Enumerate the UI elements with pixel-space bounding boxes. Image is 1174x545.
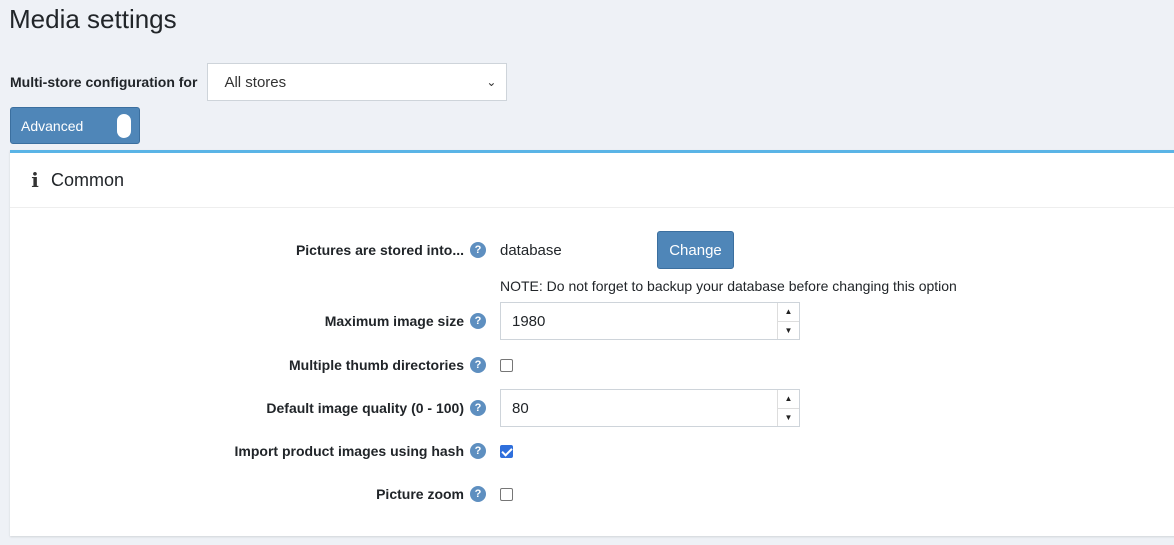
card-header[interactable]: i Common bbox=[10, 153, 1174, 208]
spin-down-icon[interactable]: ▼ bbox=[778, 407, 799, 427]
multiple-thumb-checkbox[interactable] bbox=[500, 359, 513, 372]
store-select-value: All stores bbox=[224, 73, 287, 91]
question-circle-icon[interactable]: ? bbox=[470, 357, 486, 373]
number-spinner[interactable]: ▲ ▼ bbox=[777, 303, 799, 339]
import-hash-row: Import product images using hash ? bbox=[10, 432, 1174, 470]
store-config-row: Multi-store configuration for All stores… bbox=[10, 63, 508, 101]
question-circle-icon[interactable]: ? bbox=[470, 242, 486, 258]
multiple-thumb-label: Multiple thumb directories bbox=[288, 357, 464, 373]
toggle-knob bbox=[117, 114, 131, 138]
number-spinner[interactable]: ▲ ▼ bbox=[777, 390, 799, 426]
picture-zoom-label: Picture zoom bbox=[376, 486, 464, 502]
question-circle-icon[interactable]: ? bbox=[470, 400, 486, 416]
multiple-thumb-row: Multiple thumb directories ? bbox=[10, 346, 1174, 384]
default-quality-row: Default image quality (0 - 100) ? 80 ▲ ▼ bbox=[10, 389, 1174, 427]
question-circle-icon[interactable]: ? bbox=[470, 486, 486, 502]
spin-up-icon[interactable]: ▲ bbox=[778, 390, 799, 408]
spin-up-icon[interactable]: ▲ bbox=[778, 303, 799, 321]
picture-zoom-checkbox[interactable] bbox=[500, 488, 513, 501]
default-quality-input[interactable]: 80 ▲ ▼ bbox=[500, 389, 800, 427]
max-image-size-label: Maximum image size bbox=[324, 313, 464, 329]
store-config-label: Multi-store configuration for bbox=[10, 74, 198, 90]
store-select[interactable]: All stores ⌄ bbox=[207, 63, 508, 101]
info-icon: i bbox=[31, 168, 39, 192]
change-button[interactable]: Change bbox=[657, 231, 734, 269]
default-quality-label: Default image quality (0 - 100) bbox=[266, 400, 464, 416]
question-circle-icon[interactable]: ? bbox=[470, 313, 486, 329]
picture-zoom-row: Picture zoom ? bbox=[10, 475, 1174, 513]
max-image-size-input[interactable]: 1980 ▲ ▼ bbox=[500, 302, 800, 340]
import-hash-checkbox[interactable] bbox=[500, 445, 513, 458]
default-quality-value: 80 bbox=[512, 399, 529, 417]
question-circle-icon[interactable]: ? bbox=[470, 443, 486, 459]
pictures-stored-label: Pictures are stored into... bbox=[295, 242, 464, 258]
card-title: Common bbox=[51, 169, 125, 190]
page-title: Media settings bbox=[9, 4, 177, 34]
advanced-toggle[interactable]: Advanced bbox=[10, 107, 140, 144]
chevron-down-icon: ⌄ bbox=[486, 75, 497, 89]
pictures-stored-row: Pictures are stored into... ? database C… bbox=[10, 231, 1174, 269]
backup-note: NOTE: Do not forget to backup your datab… bbox=[500, 278, 957, 294]
max-image-size-row: Maximum image size ? 1980 ▲ ▼ bbox=[10, 302, 1174, 340]
spin-down-icon[interactable]: ▼ bbox=[778, 320, 799, 340]
max-image-size-value: 1980 bbox=[512, 312, 546, 330]
import-hash-label: Import product images using hash bbox=[234, 443, 464, 459]
advanced-toggle-label: Advanced bbox=[21, 117, 84, 134]
pictures-stored-value: database bbox=[500, 241, 562, 259]
common-card: i Common Pictures are stored into... ? d… bbox=[10, 150, 1174, 536]
